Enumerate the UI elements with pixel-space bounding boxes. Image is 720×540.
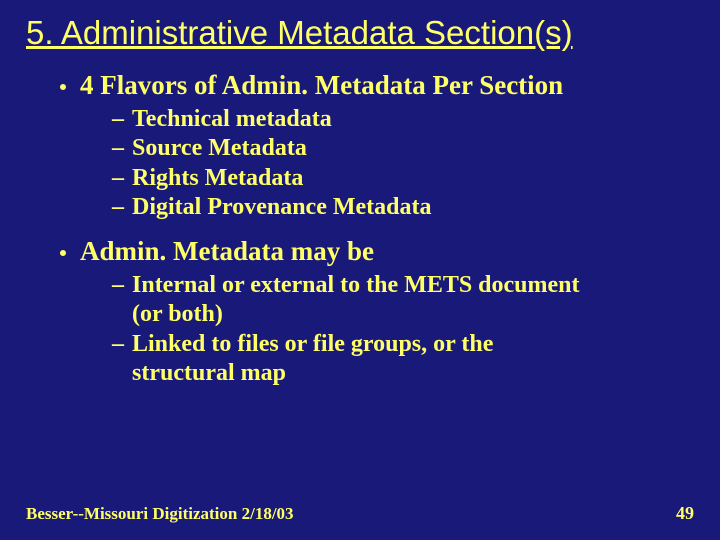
bullet-dot-icon	[60, 84, 66, 90]
dash-icon: –	[112, 105, 124, 134]
sub-text: Source Metadata	[132, 134, 307, 163]
bullet-level2: – Rights Metadata	[112, 164, 694, 193]
slide: 5. Administrative Metadata Section(s) 4 …	[0, 0, 720, 540]
dash-icon: –	[112, 193, 124, 222]
sub-text: Internal or external to the METS documen…	[132, 271, 592, 330]
bullet-text: Admin. Metadata may be	[80, 236, 374, 267]
sub-text: Rights Metadata	[132, 164, 303, 193]
dash-icon: –	[112, 134, 124, 163]
bullet-level2: – Digital Provenance Metadata	[112, 193, 694, 222]
bullet-text: 4 Flavors of Admin. Metadata Per Section	[80, 70, 563, 101]
slide-title: 5. Administrative Metadata Section(s)	[26, 14, 694, 52]
footer-text: Besser--Missouri Digitization 2/18/03	[26, 504, 294, 524]
sub-text: Digital Provenance Metadata	[132, 193, 432, 222]
sublist: – Internal or external to the METS docum…	[112, 271, 694, 388]
bullet-level2: – Source Metadata	[112, 134, 694, 163]
dash-icon: –	[112, 271, 124, 300]
sub-text: Linked to files or file groups, or the s…	[132, 330, 592, 389]
dash-icon: –	[112, 330, 124, 359]
sublist: – Technical metadata – Source Metadata –…	[112, 105, 694, 222]
dash-icon: –	[112, 164, 124, 193]
bullet-level1: 4 Flavors of Admin. Metadata Per Section	[60, 70, 694, 101]
bullet-level2: – Internal or external to the METS docum…	[112, 271, 694, 330]
bullet-level2: – Technical metadata	[112, 105, 694, 134]
sub-text: Technical metadata	[132, 105, 332, 134]
bullet-level2: – Linked to files or file groups, or the…	[112, 330, 694, 389]
bullet-dot-icon	[60, 250, 66, 256]
page-number: 49	[676, 503, 694, 524]
bullet-level1: Admin. Metadata may be	[60, 236, 694, 267]
